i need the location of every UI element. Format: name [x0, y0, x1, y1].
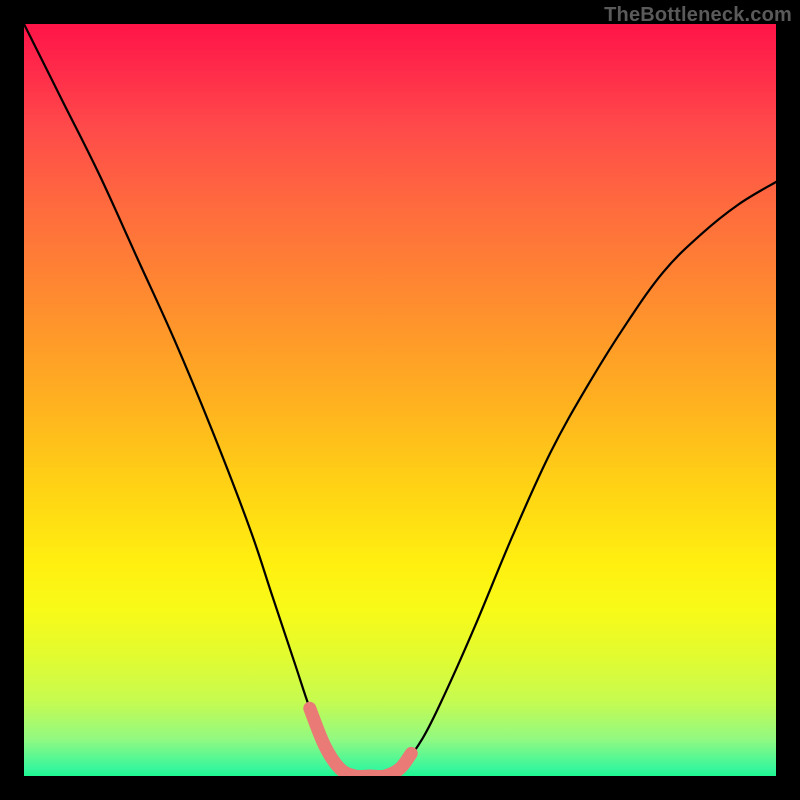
curve-group: [24, 24, 776, 776]
chart-svg: [24, 24, 776, 776]
optimal-range-highlight-path: [310, 708, 412, 776]
watermark-text: TheBottleneck.com: [604, 4, 792, 27]
bottleneck-curve-path: [24, 24, 776, 776]
plot-area: [24, 24, 776, 776]
chart-frame: TheBottleneck.com: [0, 0, 800, 800]
